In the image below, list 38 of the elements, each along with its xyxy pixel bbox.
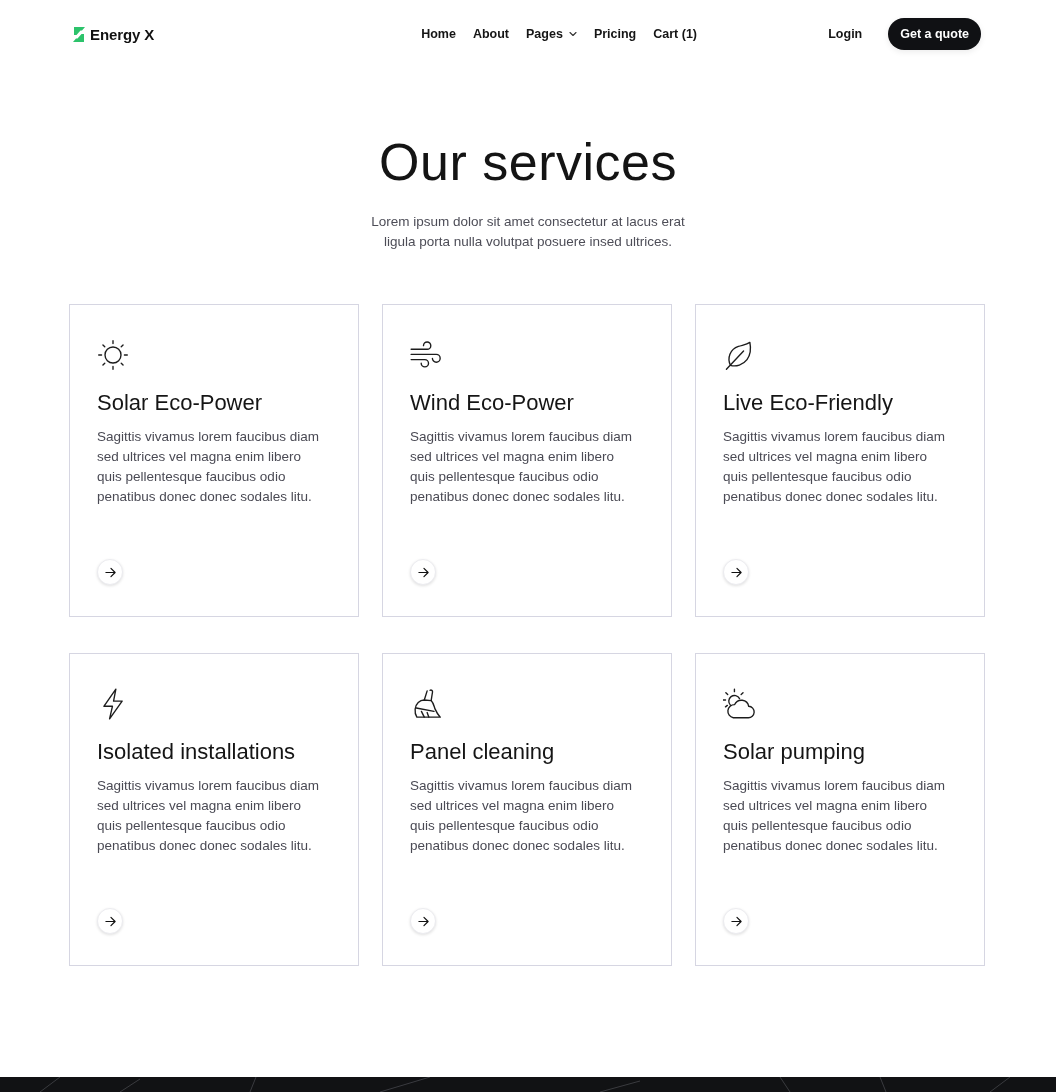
service-title: Solar Eco-Power [97, 389, 264, 417]
get-quote-button[interactable]: Get a quote [888, 18, 981, 50]
service-title: Panel cleaning [410, 738, 556, 766]
nav-link[interactable]: About [472, 27, 510, 41]
service-description: Sagittis vivamus lorem faucibus diam sed ultrices vel magna enim libero quis pellentesque faucibus odio penatibus donec donec sodales litu. [97, 428, 321, 506]
service-description: Sagittis vivamus lorem faucibus diam sed ultrices vel magna enim libero quis pellentesque faucibus odio penatibus donec donec sodales litu. [410, 777, 634, 855]
arrow-button[interactable] [97, 908, 123, 934]
login-link[interactable]: Login [828, 27, 863, 41]
lightning-logo-icon [72, 26, 86, 42]
service-title: Live Eco-Friendly [723, 389, 894, 417]
arrow-button[interactable] [723, 908, 749, 934]
arrow-button[interactable] [410, 559, 436, 585]
arrow-right-icon [104, 915, 116, 927]
service-description: Sagittis vivamus lorem faucibus diam sed ultrices vel magna enim libero quis pellentesque faucibus odio penatibus donec donec sodales litu. [723, 428, 947, 506]
sun-icon [97, 339, 129, 371]
arrow-right-icon [730, 915, 742, 927]
service-description: Sagittis vivamus lorem faucibus diam sed ultrices vel magna enim libero quis pellentesque faucibus odio penatibus donec donec sodales litu. [723, 777, 947, 855]
nav-link[interactable]: Pages [526, 27, 577, 41]
nav-link[interactable]: Pricing [593, 27, 637, 41]
service-title: Solar pumping [723, 738, 866, 766]
cloud-sun-icon [723, 688, 755, 720]
section-subtitle: Lorem ipsum dolor sit amet consectetur at lacus erat ligula porta nulla volutpat posuere insed ultrices. [370, 213, 686, 251]
arrow-right-icon [417, 566, 429, 578]
nav-link[interactable]: Home [421, 27, 456, 41]
caret-down-icon [568, 31, 577, 37]
arrow-button[interactable] [723, 559, 749, 585]
nav-link[interactable]: Cart (1) [653, 27, 697, 41]
service-title: Isolated installations [97, 738, 297, 766]
service-description: Sagittis vivamus lorem faucibus diam sed ultrices vel magna enim libero quis pellentesque faucibus odio penatibus donec donec sodales litu. [97, 777, 321, 855]
arrow-right-icon [730, 566, 742, 578]
section-title: Our services [379, 132, 677, 192]
service-description: Sagittis vivamus lorem faucibus diam sed ultrices vel magna enim libero quis pellentesque faucibus odio penatibus donec donec sodales litu. [410, 428, 634, 506]
arrow-right-icon [104, 566, 116, 578]
arrow-button[interactable] [410, 908, 436, 934]
arrow-right-icon [417, 915, 429, 927]
brand-name: Energy X [90, 25, 155, 43]
service-title: Wind Eco-Power [410, 389, 575, 417]
arrow-button[interactable] [97, 559, 123, 585]
